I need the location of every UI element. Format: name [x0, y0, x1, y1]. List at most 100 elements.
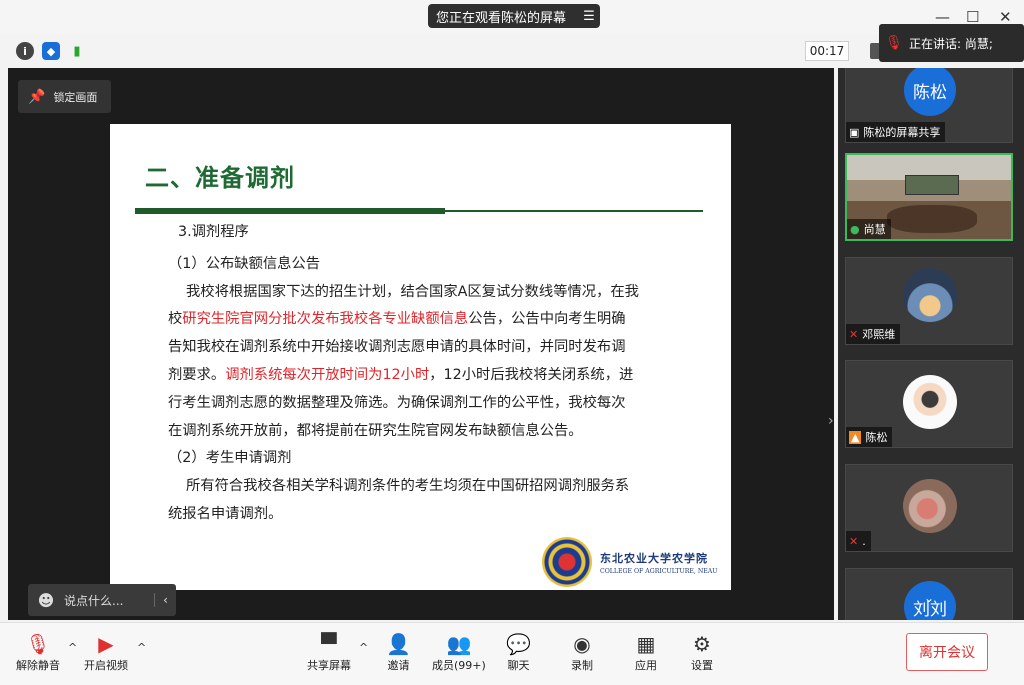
chat-icon: 💬	[506, 632, 531, 656]
avatar: 陈松	[904, 68, 956, 116]
slide-text: （1）公布缺额信息公告	[168, 255, 321, 272]
participant-tile[interactable]: ▲ 陈松	[845, 360, 1013, 448]
video-feed-table	[887, 205, 977, 233]
participant-tile[interactable]: ● 尚慧	[845, 153, 1013, 241]
gear-icon: ⚙	[693, 632, 711, 656]
participant-tile[interactable]: 陈松 ▣ 陈松的屏幕共享	[845, 68, 1013, 143]
chevron-up-icon[interactable]: ^	[137, 641, 146, 654]
slide-line: 剂要求。调剂系统每次开放时间为12小时，12小时后我校将关闭系统，进	[168, 362, 688, 390]
slide-text: ，12小时后我校将关闭系统，进	[429, 366, 634, 383]
slide-line: 校研究生院官网分批次发布我校各专业缺额信息公告，公告中向考生明确	[168, 306, 688, 334]
slide-text: 剂要求。	[168, 366, 226, 383]
college-logo: 东北农业大学农学院 COLLEGE OF AGRICULTURE, NEAU	[542, 536, 727, 588]
slide-text: 所有符合我校各相关学科调剂条件的考生均须在中国研招网调剂服务系	[186, 478, 630, 495]
unmute-button[interactable]: 🎙 解除静音	[16, 631, 60, 673]
members-button[interactable]: 👥 成员(99+)	[432, 631, 486, 673]
mic-muted-icon: 🎙	[25, 632, 51, 656]
title-underline-line	[445, 210, 703, 212]
participant-tile[interactable]: ✕ 邓熙维	[845, 257, 1013, 345]
chevron-up-icon[interactable]: ^	[359, 641, 368, 654]
chat-placeholder: 说点什么...	[64, 593, 124, 608]
share-screen-icon: ▀	[321, 632, 337, 656]
slide-title: 二、准备调剂	[145, 164, 295, 192]
meeting-timer: 00:17	[805, 41, 849, 61]
slide-text: 统报名申请调剂。	[168, 505, 283, 522]
title-underline-bar	[135, 208, 445, 214]
mic-muted-icon: ✕	[849, 534, 859, 548]
mic-muted-icon: ✕	[849, 327, 859, 341]
slide-line: 所有符合我校各相关学科调剂条件的考生均须在中国研招网调剂服务系	[168, 473, 688, 501]
mic-muted-icon: 🎙	[885, 35, 903, 51]
logo-chinese-name: 东北农业大学农学院	[600, 551, 708, 565]
record-icon: ◉	[573, 632, 591, 656]
slide-text: （2）考生申请调剂	[168, 450, 292, 467]
avatar	[903, 375, 957, 429]
settings-button[interactable]: ⚙ 设置	[691, 631, 713, 673]
video-off-icon: ▶	[98, 632, 114, 656]
avatar	[903, 268, 957, 322]
participant-label: ✕ .	[846, 531, 871, 551]
slide-text: 公告，公告中向考生明确	[468, 311, 626, 328]
slide-line: 行考生调剂志愿的数据整理及筛选。为确保调剂工作的公平性，我校每次	[168, 390, 688, 418]
participant-label: ● 尚慧	[847, 219, 891, 239]
speaking-label: 正在讲话: 尚慧;	[909, 36, 993, 51]
chevron-right-icon[interactable]: ›	[828, 413, 834, 429]
slide-line: （2）考生申请调剂	[168, 445, 688, 473]
slide-line: 我校将根据国家下达的招生计划，结合国家A区复试分数线等情况，在我	[168, 279, 688, 307]
apps-button[interactable]: ▦ 应用	[635, 631, 657, 673]
video-feed-screen	[905, 175, 959, 195]
chat-button[interactable]: 💬 聊天	[506, 631, 531, 673]
participant-label: ▣ 陈松的屏幕共享	[846, 122, 946, 142]
lock-view-button[interactable]: 📌 锁定画面	[18, 80, 111, 113]
shared-screen: 📌 锁定画面 二、准备调剂 3.调剂程序 （1）公布缺额信息公告我校将根据国家下达…	[8, 68, 834, 620]
slide-highlight-text: 调剂系统每次开放时间为12小时	[225, 366, 430, 383]
speaking-indicator: 🎙 正在讲话: 尚慧;	[879, 24, 1024, 62]
security-shield-icon[interactable]: ◆	[42, 42, 60, 60]
avatar	[903, 479, 957, 533]
participant-label: ▲ 陈松	[846, 427, 893, 447]
participant-list: 陈松 ▣ 陈松的屏幕共享 ● 尚慧 ✕ 邓熙维 ▲ 陈松 ✕ . 刘刘 ⌄	[838, 68, 1024, 620]
list-icon[interactable]: ☰	[578, 9, 600, 24]
chevron-down-icon[interactable]: ⌄	[924, 591, 934, 605]
emoji-icon[interactable]: ☻	[28, 591, 64, 610]
slide-text: 行考生调剂志愿的数据整理及筛选。为确保调剂工作的公平性，我校每次	[168, 394, 626, 411]
slide-line: （1）公布缺额信息公告	[168, 251, 688, 279]
viewing-banner-text: 您正在观看陈松的屏幕	[436, 10, 567, 26]
meeting-toolbar: 🎙 解除静音 ^ ▶ 开启视频 ^ ▀ 共享屏幕 ^ 👤 邀请 👥 成员(99+…	[0, 622, 1024, 685]
pin-icon: 📌	[28, 88, 46, 105]
mic-active-icon: ●	[850, 222, 860, 236]
signal-strength-icon[interactable]: ▮	[68, 42, 86, 60]
participant-label: ✕ 邓熙维	[846, 324, 901, 344]
participant-tile[interactable]: ✕ .	[845, 464, 1013, 552]
host-icon: ▲	[849, 430, 862, 444]
start-video-button[interactable]: ▶ 开启视频	[84, 631, 128, 673]
slide-text: 我校将根据国家下达的招生计划，结合国家A区复试分数线等情况，在我	[186, 283, 639, 300]
slide-body: 3.调剂程序 （1）公布缺额信息公告我校将根据国家下达的招生计划，结合国家A区复试…	[168, 219, 688, 529]
record-button[interactable]: ◉ 录制	[571, 631, 593, 673]
leave-meeting-button[interactable]: 离开会议	[906, 633, 988, 671]
apps-icon: ▦	[636, 632, 656, 656]
quick-chat-input[interactable]: ☻ 说点什么... ‹	[28, 584, 176, 616]
screen-share-icon: ▣	[849, 125, 860, 139]
slide-line: 在调剂系统开放前，都将提前在研究生院官网发布缺额信息公告。	[168, 418, 688, 446]
collapse-chat-button[interactable]: ‹	[154, 593, 176, 607]
invite-button[interactable]: 👤 邀请	[386, 631, 411, 673]
slide-line: 统报名申请调剂。	[168, 501, 688, 529]
participant-tile[interactable]: 刘刘 ⌄	[845, 568, 1013, 620]
slide-text: 在调剂系统开放前，都将提前在研究生院官网发布缺额信息公告。	[168, 422, 583, 439]
lock-view-label: 锁定画面	[53, 90, 98, 104]
slide-line: 3.调剂程序	[168, 219, 688, 247]
viewing-banner[interactable]: 您正在观看陈松的屏幕 ☰	[428, 4, 600, 28]
slide-highlight-text: 研究生院官网分批次发布我校各专业缺额信息	[182, 311, 469, 328]
share-screen-button[interactable]: ▀ 共享屏幕	[307, 631, 351, 673]
slide-text: 校	[168, 311, 183, 328]
slide-text: 告知我校在调剂系统中开始接收调剂志愿申请的具体时间，并同时发布调	[168, 339, 626, 356]
slide-line: 告知我校在调剂系统中开始接收调剂志愿申请的具体时间，并同时发布调	[168, 334, 688, 362]
info-icon[interactable]: i	[16, 42, 34, 60]
logo-english-name: COLLEGE OF AGRICULTURE, NEAU	[600, 567, 718, 575]
chevron-up-icon[interactable]: ^	[68, 641, 77, 654]
slide-text: 3.调剂程序	[178, 224, 249, 240]
add-user-icon: 👤	[386, 632, 411, 656]
college-seal-icon	[542, 537, 592, 587]
presentation-slide: 二、准备调剂 3.调剂程序 （1）公布缺额信息公告我校将根据国家下达的招生计划，结…	[110, 124, 731, 590]
